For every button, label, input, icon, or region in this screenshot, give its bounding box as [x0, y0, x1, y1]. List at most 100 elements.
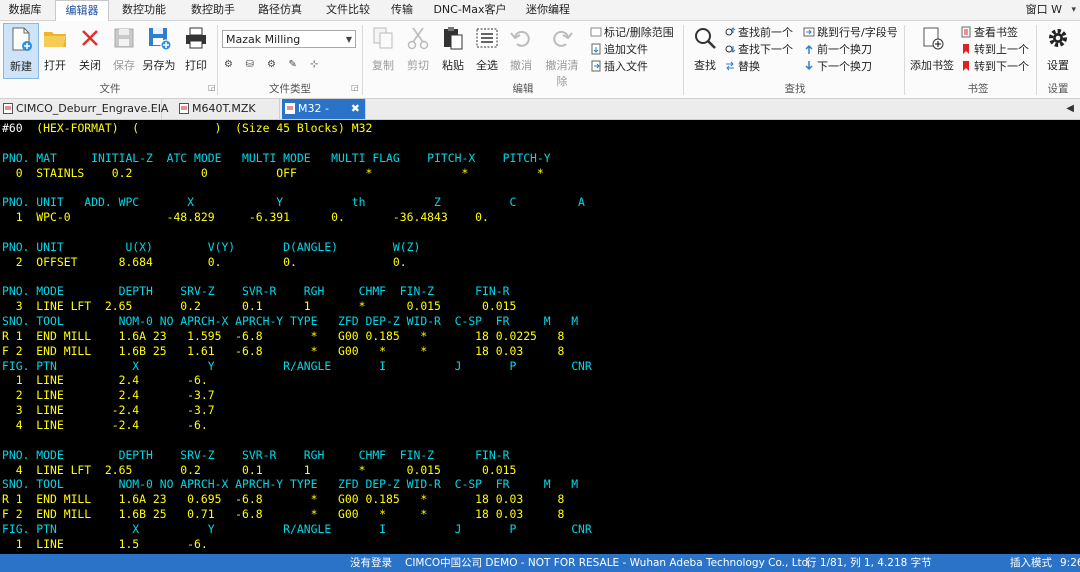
file-group-launcher-icon[interactable]: ◲: [208, 83, 216, 92]
code-line: PNO. MODE DEPTH SRV-Z SVR-R RGH CHMF FIN…: [2, 448, 509, 463]
goto-line-button[interactable]: 跳到行号/字段号: [803, 25, 898, 41]
code-segment: 0 STAINLS 0.2 0 OFF * * *: [2, 165, 544, 180]
close-x-icon: [82, 30, 98, 46]
doc-tab-m640t[interactable]: M640T.MZK: [176, 99, 280, 119]
goto-next-bookmark-button[interactable]: 转到下一个: [960, 59, 1029, 75]
cut-icon: [407, 27, 429, 50]
chevron-down-icon: ▼: [345, 35, 352, 44]
undo-icon: [510, 30, 530, 47]
add-bookmark-icon: [923, 27, 944, 50]
menu-tab-dnc-max-client[interactable]: DNC-Max客户: [430, 0, 510, 20]
file-type-edit-icon[interactable]: ✎: [289, 59, 305, 73]
next-tool-change-button[interactable]: 下一个换刀: [803, 59, 872, 75]
login-status: 没有登录: [350, 557, 392, 569]
mark-delete-range-button[interactable]: 标记/删除范围: [590, 25, 674, 41]
find-next-button[interactable]: 查找下一个: [724, 42, 793, 58]
close-tab-icon[interactable]: ✖: [351, 99, 360, 119]
code-line: 2 LINE 2.4 -3.7: [2, 388, 215, 403]
file-icon: [179, 103, 189, 114]
cut-button[interactable]: 剪切: [401, 23, 435, 77]
file-icon: [3, 103, 13, 114]
insert-mode[interactable]: 插入模式: [1010, 554, 1052, 572]
save-as-button[interactable]: 另存为: [142, 23, 176, 77]
doc-tab-cimco-deburr[interactable]: CIMCO_Deburr_Engrave.EIA: [0, 99, 168, 119]
next-bookmark-icon: [963, 61, 969, 71]
code-editor[interactable]: #60 (HEX-FORMAT) ( ) (Size 45 Blocks) M3…: [0, 120, 1080, 554]
settings-group-label: 设置: [1047, 83, 1069, 95]
code-segment: 4 LINE LFT 2.65 0.2 0.1 1 * 0.015 0.015: [2, 462, 517, 477]
code-line: PNO. MODE DEPTH SRV-Z SVR-R RGH CHMF FIN…: [2, 284, 509, 299]
mark-range-icon: [590, 27, 602, 37]
file-group-label: 文件: [99, 83, 121, 95]
code-line: PNO. UNIT ADD. WPC X Y th Z C A: [2, 195, 585, 210]
next-tool-icon: [805, 61, 813, 71]
settings-button[interactable]: 设置: [1041, 23, 1075, 77]
save-button[interactable]: 保存: [107, 23, 141, 77]
insert-file-button[interactable]: 插入文件: [590, 59, 648, 75]
undo-button[interactable]: 撤消: [504, 23, 538, 77]
file-type-settings-icon[interactable]: ⚙: [224, 59, 240, 73]
previous-tool-icon: [805, 44, 813, 54]
file-icon: [285, 103, 295, 114]
license-text: CIMCO中国公司 DEMO - NOT FOR RESALE - Wuhan …: [405, 557, 812, 569]
select-all-button[interactable]: 全选: [470, 23, 504, 77]
add-bookmark-button[interactable]: 添加书签: [910, 23, 954, 77]
file-type-launcher-icon[interactable]: ◲: [351, 83, 359, 92]
menu-tab-nc-assistant[interactable]: 数控助手: [183, 0, 243, 20]
code-segment: SNO. TOOL NOM-0 NO APRCH-X APRCH-Y TYPE …: [2, 477, 579, 492]
find-next-icon: [725, 45, 736, 53]
replace-button[interactable]: 替换: [724, 59, 760, 75]
code-segment: F 2 END MILL 1.6B 25 0.71 -6.8 * G00 * *…: [2, 507, 565, 522]
code-segment: PNO. MODE DEPTH SRV-Z SVR-R RGH CHMF FIN…: [2, 284, 510, 299]
code-segment: 2 LINE 2.4 -3.7: [2, 388, 215, 403]
code-segment: 4 LINE -2.4 -6.: [2, 418, 208, 432]
chevron-down-icon[interactable]: ▾: [1071, 0, 1076, 20]
menu-tab-file-compare[interactable]: 文件比较: [318, 0, 378, 20]
menu-tab-transmission[interactable]: 传输: [385, 0, 419, 20]
close-button[interactable]: 关闭: [73, 23, 107, 77]
paste-icon: [444, 27, 463, 50]
view-bookmarks-button[interactable]: 查看书签: [960, 25, 1018, 41]
code-segment: SNO. TOOL NOM-0 NO APRCH-X APRCH-Y TYPE …: [2, 314, 579, 329]
printer-icon: [186, 27, 206, 49]
menu-tab-bar: 数据库 编辑器 数控功能 数控助手 路径仿真 文件比较 传输 DNC-Max客户…: [0, 0, 1080, 22]
file-type-select[interactable]: Mazak Milling ▼: [222, 30, 356, 48]
menu-tab-editor[interactable]: 编辑器: [55, 0, 109, 22]
menu-tab-backplot[interactable]: 路径仿真: [250, 0, 310, 20]
code-line: SNO. TOOL NOM-0 NO APRCH-X APRCH-Y TYPE …: [2, 314, 578, 329]
goto-previous-bookmark-button[interactable]: 转到上一个: [960, 42, 1029, 58]
menu-tab-mini-programming[interactable]: 迷你编程: [518, 0, 578, 20]
window-menu[interactable]: 窗口 W: [1026, 0, 1062, 20]
code-line: F 2 END MILL 1.6B 25 1.61 -6.8 * G00 * *…: [2, 344, 564, 359]
group-divider: [904, 25, 905, 95]
document-tab-bar: CIMCO_Deburr_Engrave.EIA M640T.MZK M32 -…: [0, 99, 1080, 135]
bookmark-group-label: 书签: [967, 83, 989, 95]
code-line: F 2 END MILL 1.6B 25 0.71 -6.8 * G00 * *…: [2, 507, 564, 522]
file-type-save-settings-icon[interactable]: ⛁: [246, 59, 262, 73]
menu-tab-database[interactable]: 数据库: [0, 0, 50, 20]
select-all-icon: [476, 28, 498, 48]
undo-clear-button[interactable]: 撤消清除: [545, 23, 579, 88]
doc-tab-m32-2[interactable]: M32 - 2.MZK ✖: [282, 99, 366, 135]
replace-icon: [726, 61, 734, 71]
find-button[interactable]: 查找: [688, 23, 722, 77]
print-button[interactable]: 打印: [179, 23, 213, 77]
file-type-add-icon[interactable]: ⊹: [310, 59, 326, 73]
append-file-button[interactable]: 追加文件: [590, 42, 648, 58]
file-type-config-icon[interactable]: ⚙: [267, 59, 283, 73]
code-line: 1 WPC-0 -48.829 -6.391 0. -36.4843 0.: [2, 210, 489, 225]
previous-tool-change-button[interactable]: 前一个换刀: [803, 42, 872, 58]
code-segment: PNO. UNIT U(X) V(Y) D(ANGLE) W(Z): [2, 239, 421, 254]
code-segment: PNO. UNIT ADD. WPC X Y th Z C A: [2, 195, 585, 210]
find-previous-button[interactable]: 查找前一个: [724, 25, 793, 41]
code-segment: 1 WPC-0 -48.829 -6.391 0. -36.4843 0.: [2, 210, 489, 225]
copy-button[interactable]: 复制: [366, 23, 400, 77]
goto-line-icon: [803, 27, 815, 37]
search-group-label: 查找: [784, 83, 806, 95]
code-segment: 1 LINE 1.5 -6.: [2, 536, 208, 551]
menu-tab-nc-functions[interactable]: 数控功能: [114, 0, 174, 20]
code-segment: FIG. PTN X Y R/ANGLE I J P CNR: [2, 521, 592, 536]
open-button[interactable]: 打开: [38, 23, 72, 77]
paste-button[interactable]: 粘贴: [436, 23, 470, 77]
tab-scroll-left-icon[interactable]: ◀: [1066, 99, 1074, 119]
